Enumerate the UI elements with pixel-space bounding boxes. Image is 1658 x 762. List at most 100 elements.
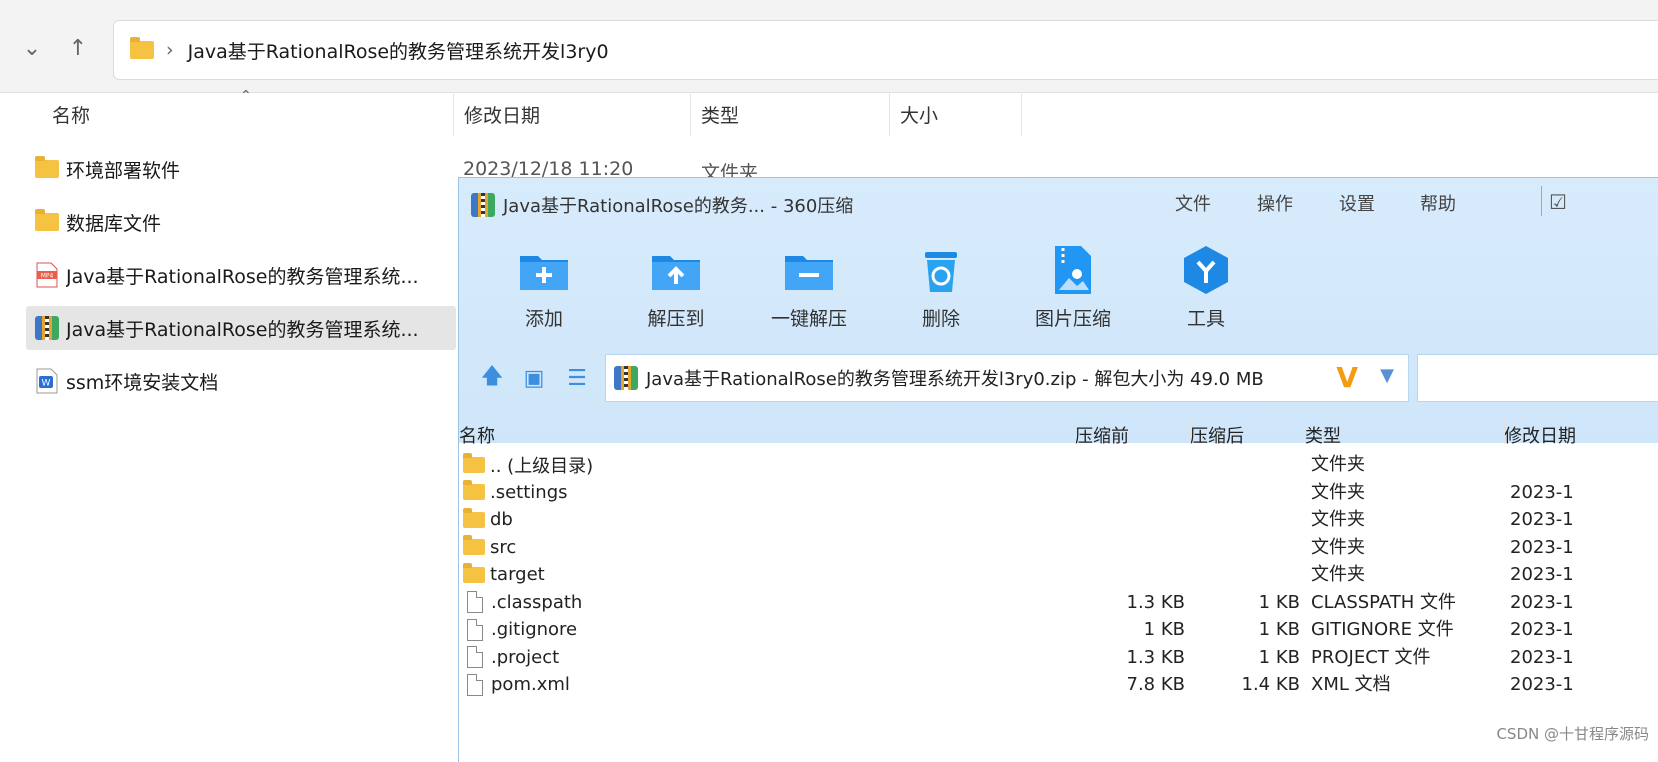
zip-window-title: Java基于RationalRose的教务... - 360压缩 bbox=[471, 192, 853, 218]
zip-column-header-after[interactable]: 压缩后 bbox=[1190, 422, 1244, 448]
table-row[interactable]: pom.xml 7.8 KB 1.4 KB XML 文档 2023-1 bbox=[459, 671, 1658, 698]
entry-size-before: 1.3 KB bbox=[1126, 646, 1186, 668]
folder-icon bbox=[463, 562, 485, 583]
file-icon bbox=[467, 591, 483, 613]
column-header-name[interactable]: 名称 bbox=[42, 92, 454, 136]
entry-name: pom.xml bbox=[491, 674, 570, 695]
list-view-icon[interactable]: ☰ bbox=[562, 363, 592, 393]
address-bar[interactable]: › Java基于RationalRose的教务管理系统开发l3ry0 bbox=[113, 20, 1658, 80]
entry-size-before: 1.3 KB bbox=[1126, 591, 1186, 613]
entry-type: PROJECT 文件 bbox=[1311, 646, 1431, 668]
item-name: 数据库文件 bbox=[66, 212, 162, 235]
menu-divider bbox=[1541, 186, 1542, 216]
folder-icon bbox=[463, 507, 485, 528]
column-header-size[interactable]: 大小 bbox=[890, 92, 1022, 136]
file-icon bbox=[467, 673, 483, 696]
zip-archive-window: Java基于RationalRose的教务... - 360压缩 文件 操作 设… bbox=[458, 177, 1658, 762]
table-row[interactable]: .settings 文件夹 2023-1 bbox=[459, 479, 1658, 506]
window-title-text: Java基于RationalRose的教务... - 360压缩 bbox=[503, 196, 854, 217]
table-row[interactable]: .classpath 1.3 KB 1 KB CLASSPATH 文件 2023-1 bbox=[459, 589, 1658, 616]
item-name: 环境部署软件 bbox=[66, 159, 181, 182]
file-icon bbox=[467, 646, 483, 668]
zip-column-header-before[interactable]: 压缩前 bbox=[1075, 422, 1129, 448]
entry-date: 2023-1 bbox=[1510, 509, 1574, 530]
archive-path-bar[interactable]: Java基于RationalRose的教务管理系统开发l3ry0.zip - 解… bbox=[605, 354, 1409, 402]
tools-label: 工具 bbox=[1186, 308, 1225, 330]
entry-size-after: 1 KB bbox=[1258, 619, 1300, 640]
entry-size-before bbox=[1079, 506, 1185, 533]
entry-type: 文件夹 bbox=[1311, 536, 1365, 558]
entry-type: 文件夹 bbox=[1311, 564, 1365, 585]
entry-name: .gitignore bbox=[491, 619, 578, 640]
entry-size-after bbox=[1194, 451, 1300, 478]
entry-type: CLASSPATH 文件 bbox=[1311, 591, 1457, 613]
skin-shirt-icon[interactable]: ☑ bbox=[1549, 190, 1567, 214]
entry-name: .settings bbox=[490, 481, 568, 503]
list-item[interactable]: 环境部署软件 bbox=[26, 147, 456, 191]
recent-locations-chevron-icon[interactable]: ⌄ bbox=[12, 28, 52, 68]
one-click-extract-button[interactable]: 一键解压 bbox=[754, 244, 864, 331]
add-button[interactable]: 添加 bbox=[489, 244, 599, 331]
table-row[interactable]: target 文件夹 2023-1 bbox=[459, 561, 1658, 588]
recycle-bin-icon bbox=[915, 244, 967, 296]
file-icon bbox=[467, 618, 483, 641]
folder-icon bbox=[463, 452, 485, 473]
up-arrow-icon[interactable]: ↑ bbox=[58, 28, 98, 68]
entry-type: 文件夹 bbox=[1311, 509, 1365, 530]
v-logo-icon[interactable]: V bbox=[1336, 361, 1358, 394]
archive-search-input[interactable] bbox=[1417, 354, 1658, 402]
entry-type: XML 文档 bbox=[1311, 674, 1391, 695]
dropdown-triangle-icon[interactable]: ▼ bbox=[1380, 365, 1394, 386]
entry-date: 2023-1 bbox=[1510, 646, 1574, 668]
menu-settings[interactable]: 设置 bbox=[1339, 190, 1375, 216]
entry-size-after bbox=[1194, 534, 1300, 561]
watermark: CSDN @十甘程序源码 bbox=[1496, 725, 1649, 743]
image-compress-label: 图片压缩 bbox=[1034, 308, 1111, 330]
image-compress-button[interactable]: 图片压缩 bbox=[1018, 244, 1128, 331]
entry-name: .project bbox=[491, 646, 560, 668]
zip-column-header-type[interactable]: 类型 bbox=[1305, 422, 1341, 448]
up-arrow-icon[interactable]: 🡅 bbox=[477, 363, 507, 393]
list-item[interactable]: MP4 Java基于RationalRose的教务管理系统... bbox=[26, 253, 456, 297]
item-name: ssm环境安装文档 bbox=[66, 371, 219, 394]
zip-archive-icon bbox=[471, 193, 495, 217]
tools-button[interactable]: 工具 bbox=[1151, 244, 1261, 331]
entry-name: .. (上级目录) bbox=[490, 455, 594, 477]
entry-type: 文件夹 bbox=[1311, 481, 1365, 503]
entry-size-after: 1.4 KB bbox=[1241, 674, 1301, 695]
archive-path-text: Java基于RationalRose的教务管理系统开发l3ry0.zip - 解… bbox=[646, 369, 1264, 390]
menu-file[interactable]: 文件 bbox=[1175, 190, 1211, 216]
table-row[interactable]: src 文件夹 2023-1 bbox=[459, 534, 1658, 561]
zip-column-header-date[interactable]: 修改日期 bbox=[1504, 422, 1576, 448]
zip-column-header-name[interactable]: 名称 bbox=[459, 422, 495, 448]
table-row[interactable]: db 文件夹 2023-1 bbox=[459, 506, 1658, 533]
add-folder-icon bbox=[518, 244, 570, 296]
entry-date: 2023-1 bbox=[1510, 481, 1574, 503]
entry-date: 2023-1 bbox=[1510, 564, 1574, 585]
word-doc-icon: W bbox=[34, 368, 60, 394]
list-item[interactable]: 数据库文件 bbox=[26, 200, 456, 244]
breadcrumb-current-folder[interactable]: Java基于RationalRose的教务管理系统开发l3ry0 bbox=[188, 37, 609, 64]
extract-to-button[interactable]: 解压到 bbox=[621, 244, 731, 331]
entry-size-after: 1 KB bbox=[1258, 646, 1300, 668]
thumbnail-view-icon[interactable]: ▣ bbox=[519, 363, 549, 393]
folder-icon bbox=[130, 37, 154, 59]
table-row[interactable]: .. (上级目录) 文件夹 bbox=[459, 451, 1658, 478]
menu-help[interactable]: 帮助 bbox=[1420, 190, 1456, 216]
table-row[interactable]: .project 1.3 KB 1 KB PROJECT 文件 2023-1 bbox=[459, 644, 1658, 671]
delete-button[interactable]: 删除 bbox=[886, 244, 996, 331]
folder-icon bbox=[463, 480, 485, 500]
entry-size-before bbox=[1079, 534, 1185, 561]
menu-operate[interactable]: 操作 bbox=[1257, 190, 1293, 216]
table-row[interactable]: .gitignore 1 KB 1 KB GITIGNORE 文件 2023-1 bbox=[459, 616, 1658, 643]
entry-date: 2023-1 bbox=[1510, 591, 1574, 613]
explorer-toolbar: ⌄ ↑ › Java基于RationalRose的教务管理系统开发l3ry0 bbox=[0, 0, 1658, 93]
list-item[interactable]: W ssm环境安装文档 bbox=[26, 359, 456, 403]
column-header-date[interactable]: 修改日期 bbox=[454, 92, 691, 136]
list-item-selected[interactable]: Java基于RationalRose的教务管理系统... bbox=[26, 306, 456, 350]
one-click-extract-label: 一键解压 bbox=[770, 308, 847, 330]
column-header-type[interactable]: 类型 bbox=[691, 92, 890, 136]
zip-archive-icon bbox=[614, 366, 638, 390]
entry-size-before: 7.8 KB bbox=[1126, 674, 1186, 695]
entry-size-before bbox=[1079, 479, 1185, 506]
